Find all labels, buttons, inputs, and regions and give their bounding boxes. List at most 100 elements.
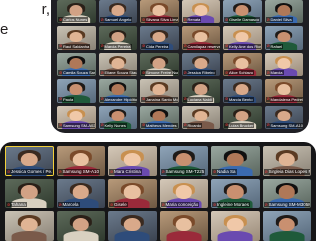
participant-name: Luciana Naldi [187, 96, 212, 102]
participant-tile[interactable]: ⊘Simone Freire Nunes [140, 52, 179, 77]
muted-mic-icon: ⊘ [183, 96, 187, 102]
participant-name: Alice Schiavo [229, 70, 254, 76]
participant-name: Samsung SM-A105M [270, 122, 303, 128]
muted-mic-icon: ⊘ [58, 201, 62, 207]
participant-tile[interactable]: ⊘ Marcela [56, 178, 105, 209]
participant-face [194, 31, 208, 43]
participant-tile[interactable]: ⊘Sirgleia Dias Lopes Ruiz [262, 146, 311, 176]
participant-tile[interactable]: ⊘ Nadia Sa [211, 146, 260, 176]
participant-tile[interactable]: ⊘ Silvana Silva Lima [140, 0, 179, 24]
participant-name: Alexandre Hipólito Cavalcante [104, 96, 137, 102]
participant-tile[interactable] [262, 211, 311, 241]
participant-tile[interactable]: ⊘ Ingleine Moraes [211, 178, 260, 209]
participant-tile[interactable]: ⊘ Samsung SM-T225 [159, 146, 208, 176]
participant-name-label: ⊘ Renata [182, 17, 202, 23]
participant-tile[interactable]: ⊘ Marcia [264, 52, 303, 77]
participant-tile[interactable] [56, 211, 105, 241]
muted-mic-icon: ⊘ [183, 70, 187, 75]
participant-name-label: ⊘ Tahana [6, 201, 27, 208]
participant-face [111, 110, 125, 122]
participant-name: Marcia Bento [229, 96, 253, 102]
muted-mic-icon: ⊘ [110, 169, 114, 174]
participant-tile[interactable]: ⊘ Samsung SM-A10 [56, 146, 105, 176]
participant-face [194, 57, 208, 69]
participant-tile[interactable]: ⊘ Paula [57, 79, 96, 103]
participant-tile[interactable]: ⊘ Rafael [264, 26, 303, 50]
participant-face [111, 31, 125, 43]
participant-name: Tahana [11, 201, 26, 207]
participant-name-label: ⊘ Maria conceição [160, 201, 200, 208]
intro-line-1: r, [41, 1, 50, 18]
participant-tile[interactable]: ⊘ Gisele [108, 178, 157, 209]
participant-tile[interactable]: ⊘ Daniel Silva [264, 0, 303, 24]
participant-face [235, 31, 249, 43]
participant-body [217, 230, 253, 241]
participant-face [152, 57, 166, 69]
muted-mic-icon: ⊘ [59, 122, 63, 128]
participant-face [194, 5, 208, 16]
participant-tile[interactable]: ⊘ Cida Pereira [140, 26, 179, 50]
participant-tile[interactable]: ⊘ Marcia Pereira [98, 26, 137, 50]
participant-name: Marcia Pereira [104, 43, 131, 49]
participant-tile[interactable] [5, 211, 54, 241]
participant-face [111, 84, 125, 96]
participant-name-label: ⊘Jessica Gomes / Pe. Brasil [6, 169, 53, 175]
participant-name: Camilapaz reservas [187, 43, 220, 49]
participant-body [63, 230, 99, 241]
intro-line-2: e [0, 21, 9, 38]
participant-tile[interactable]: ⊘Samsung SM-A105M [264, 105, 303, 129]
participant-tile[interactable]: ⊘ Mara Cristina [108, 146, 157, 176]
participant-tile[interactable]: ⊘ Luciana Naldi [181, 79, 220, 103]
muted-mic-icon: ⊘ [142, 43, 146, 49]
participant-tile[interactable]: ⊘ Tahana [5, 178, 54, 209]
muted-mic-icon: ⊘ [100, 96, 104, 102]
participant-tile[interactable]: ⊘ Samuel Angelo [98, 0, 137, 24]
participant-tile[interactable]: ⊘Jessica Gomes / Pe. Brasil [5, 146, 54, 176]
participant-name-label: ⊘ Luciana Naldi [182, 96, 213, 102]
participant-face [152, 110, 166, 122]
participant-tile[interactable]: ⊘Camila Souza Santos [57, 52, 96, 77]
participant-name: Cida Pereira [146, 43, 169, 49]
participant-face [194, 110, 208, 122]
participant-tile[interactable]: ⊘Eliane Souza Staudt [98, 52, 137, 77]
participant-tile[interactable] [159, 211, 208, 241]
participant-tile[interactable]: ⊘ Matheus Mendes [140, 105, 179, 129]
participant-name-label: ⊘Simone Freire Nunes [141, 70, 179, 76]
participant-name-label: ⊘ Marcela [57, 201, 80, 208]
muted-mic-icon: ⊘ [59, 96, 63, 102]
muted-mic-icon: ⊘ [142, 17, 146, 22]
participant-body [114, 230, 150, 241]
participant-tile[interactable]: ⊘ Samsung SM-A025 [57, 105, 96, 129]
participant-name-label: ⊘ Rafael [265, 43, 284, 49]
participant-tile[interactable]: ⊘ Renata [181, 0, 220, 24]
participant-tile[interactable]: ⊘ Giselle Damasco [223, 0, 262, 24]
participant-tile[interactable] [108, 211, 157, 241]
participant-tile[interactable] [211, 211, 260, 241]
participant-tile[interactable]: ⊘ Raul Saldanha [57, 26, 96, 50]
participant-tile[interactable]: ⊘ Luiza Brucker [223, 105, 262, 129]
participant-tile[interactable]: ⊘ Jessica Ribeiro [181, 52, 220, 77]
participant-tile[interactable]: ⊘ Kelly Nunes [98, 105, 137, 129]
participant-tile[interactable]: ⊘ Carlos Nunes [57, 0, 96, 24]
participant-tile[interactable]: ⊘ Maria conceição [159, 178, 208, 209]
participant-face [227, 217, 244, 232]
participant-tile[interactable]: ⊘ Ricardo [181, 105, 220, 129]
participant-face [72, 217, 89, 232]
muted-mic-icon: ⊘ [58, 169, 62, 174]
muted-mic-icon: ⊘ [59, 17, 63, 22]
participant-name-label: ⊘ Camilapaz reservas [182, 43, 220, 49]
participant-tile[interactable]: ⊘ Samsung SM-M305M [262, 178, 311, 209]
participant-tile[interactable]: ⊘ Kelly Ane dos Rios [223, 26, 262, 50]
participant-tile[interactable]: ⊘Alexandre Hipólito Cavalcante [98, 79, 137, 103]
muted-mic-icon: ⊘ [161, 201, 165, 207]
participant-tile[interactable]: ⊘Janaína Santo Moreira Oliv... [140, 79, 179, 103]
participant-tile[interactable]: ⊘Mandalena Pedreira dos San... [264, 79, 303, 103]
participant-name-label: ⊘ Nadia Sa [212, 169, 237, 175]
participant-name-label: ⊘Sirgleia Dias Lopes Ruiz [263, 169, 311, 175]
muted-mic-icon: ⊘ [266, 17, 270, 22]
participant-tile[interactable]: ⊘ Alice Schiavo [223, 52, 262, 77]
participant-name-label: ⊘ Matheus Mendes [141, 122, 178, 128]
participant-tile[interactable]: ⊘ Camilapaz reservas [181, 26, 220, 50]
muted-mic-icon: ⊘ [225, 70, 229, 75]
participant-tile[interactable]: ⊘ Marcia Bento [223, 79, 262, 103]
